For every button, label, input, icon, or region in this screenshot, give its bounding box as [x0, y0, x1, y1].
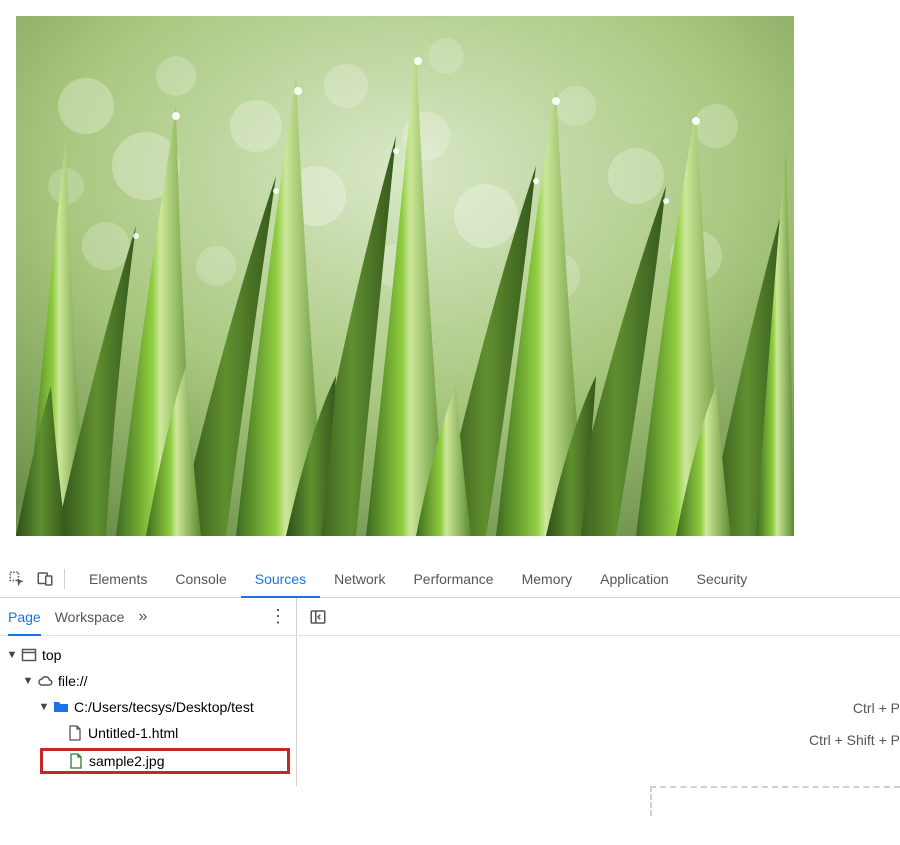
tab-elements[interactable]: Elements	[75, 560, 161, 598]
editor-placeholder: Ctrl + P Ctrl + Shift + P	[297, 636, 900, 786]
devtools-tabbar: Elements Console Sources Network Perform…	[0, 560, 900, 598]
device-toggle-icon[interactable]	[36, 570, 54, 588]
tab-security[interactable]: Security	[683, 560, 762, 598]
tab-console[interactable]: Console	[161, 560, 240, 598]
tree-label: Untitled-1.html	[88, 725, 178, 741]
devtools-panel: Elements Console Sources Network Perform…	[0, 560, 900, 786]
tree-origin[interactable]: ▼ file://	[0, 668, 296, 694]
frame-icon	[20, 647, 38, 663]
tree-file-image-highlighted[interactable]: sample2.jpg	[40, 748, 290, 774]
separator	[64, 569, 65, 589]
file-tree: ▼ top ▼ file:// ▼ C:/Users/tecsys/Deskto…	[0, 636, 297, 786]
tab-memory[interactable]: Memory	[508, 560, 587, 598]
caret-icon: ▼	[22, 675, 34, 687]
more-subtabs-icon[interactable]: »	[138, 608, 147, 626]
sources-main: ▼ top ▼ file:// ▼ C:/Users/tecsys/Deskto…	[0, 636, 900, 786]
tab-sources[interactable]: Sources	[241, 560, 320, 598]
tree-top-frame[interactable]: ▼ top	[0, 642, 296, 668]
cloud-icon	[36, 673, 54, 689]
content-image	[16, 16, 794, 536]
tree-label: C:/Users/tecsys/Desktop/test	[74, 699, 254, 715]
tab-performance[interactable]: Performance	[399, 560, 507, 598]
shortcut-open-file: Ctrl + P	[853, 700, 900, 716]
tree-label: file://	[58, 673, 88, 689]
tree-label: sample2.jpg	[89, 753, 165, 769]
tree-label: top	[42, 647, 61, 663]
tab-network[interactable]: Network	[320, 560, 399, 598]
caret-icon: ▼	[6, 649, 18, 661]
inspect-icon[interactable]	[8, 570, 26, 588]
folder-icon	[52, 699, 70, 715]
tree-folder[interactable]: ▼ C:/Users/tecsys/Desktop/test	[0, 694, 296, 720]
subtab-workspace[interactable]: Workspace	[55, 598, 125, 636]
file-icon	[66, 725, 84, 741]
drop-zone-outline	[650, 786, 900, 816]
page-viewport	[16, 16, 794, 536]
subtab-page[interactable]: Page	[8, 598, 41, 636]
image-file-icon	[67, 753, 85, 769]
tab-application[interactable]: Application	[586, 560, 683, 598]
sources-subbar: Page Workspace » ⋮	[0, 598, 900, 636]
more-options-icon[interactable]: ⋮	[269, 606, 288, 627]
toggle-navigator-icon[interactable]	[297, 608, 327, 626]
tree-file-html[interactable]: Untitled-1.html	[0, 720, 296, 746]
shortcut-command-menu: Ctrl + Shift + P	[809, 732, 900, 748]
caret-icon: ▼	[38, 701, 50, 713]
